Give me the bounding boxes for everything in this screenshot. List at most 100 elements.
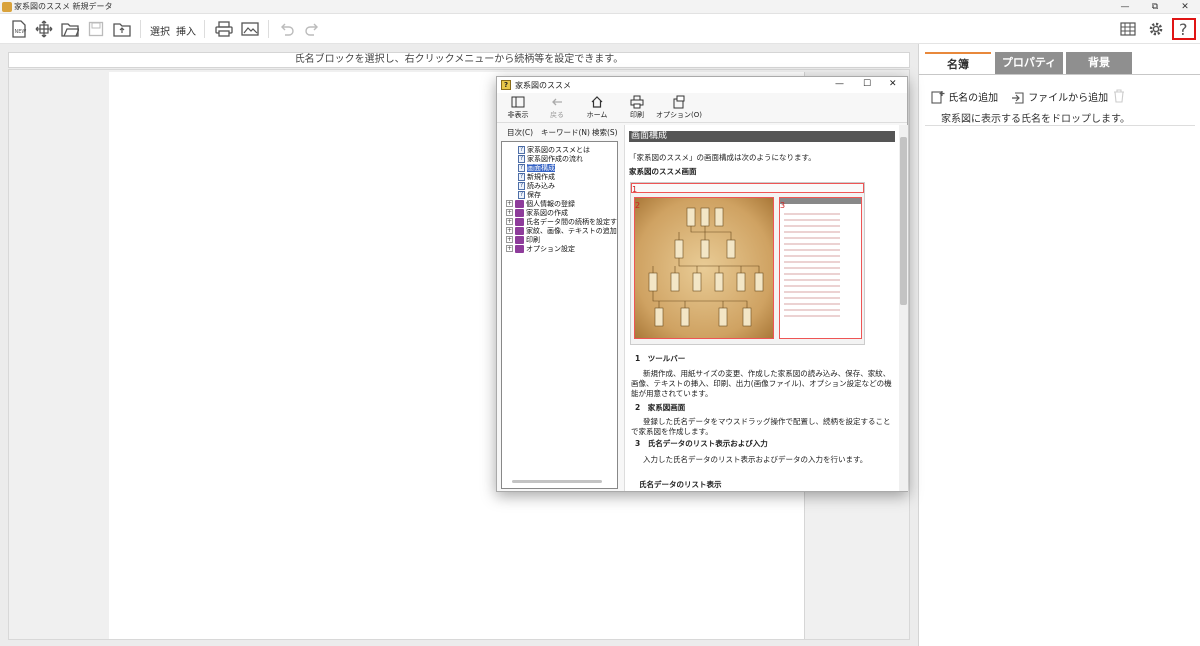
grid-icon[interactable]	[1117, 18, 1139, 40]
section-4-title: 氏名データのリスト表示	[639, 480, 722, 489]
image-export-icon[interactable]	[239, 18, 261, 40]
content-heading: 画面構成	[629, 131, 895, 142]
expand-icon[interactable]: +	[506, 218, 513, 225]
tree-folder[interactable]: + 家系図の作成	[506, 209, 568, 218]
tab-background[interactable]: 背景	[1066, 52, 1132, 74]
hide-button[interactable]: 非表示	[498, 95, 538, 120]
marker-1: 1	[632, 185, 638, 194]
section-1-body: 新規作成、用紙サイズの変更、作成した家系図の読み込み、保存、家紋、画像、テキスト…	[631, 369, 892, 398]
back-button[interactable]: 戻る	[537, 95, 577, 120]
app-icon	[2, 2, 12, 12]
import-file-icon	[1012, 92, 1024, 104]
help-close-button[interactable]: ✕	[889, 79, 897, 89]
help-print-button[interactable]: 印刷	[617, 95, 657, 120]
tree-item-label: 家系図作成の流れ	[527, 155, 583, 163]
tree-item[interactable]: ? 家系図のススメとは	[518, 146, 590, 155]
undo-icon[interactable]	[276, 18, 298, 40]
select-button[interactable]: 選択	[150, 23, 170, 38]
redo-icon[interactable]	[301, 18, 323, 40]
expand-icon[interactable]: +	[506, 245, 513, 252]
help-page-icon: ?	[518, 155, 525, 163]
tree-item[interactable]: ? 新規作成	[518, 173, 555, 182]
insert-button[interactable]: 挿入	[176, 23, 196, 38]
tab-roster[interactable]: 名簿	[925, 52, 991, 74]
add-from-file-button[interactable]: ファイルから追加	[1011, 89, 1111, 105]
home-label: ホーム	[586, 111, 608, 119]
toolbar-divider	[140, 20, 141, 38]
question-icon: ?	[1179, 20, 1188, 39]
options-button[interactable]: オプション(O)	[655, 95, 703, 120]
back-label: 戻る	[550, 111, 564, 119]
minimize-button[interactable]: —	[1110, 0, 1140, 14]
tree-folder-label: 家紋、画像、テキストの追加	[526, 227, 617, 235]
book-icon	[515, 200, 524, 208]
help-window-title: 家系図のススメ	[515, 81, 571, 90]
add-name-button[interactable]: 氏名の追加	[931, 89, 1021, 105]
paper-size-icon[interactable]	[33, 18, 55, 40]
tab-contents[interactable]: 目次(C)	[507, 127, 533, 138]
help-maximize-button[interactable]: ☐	[863, 79, 871, 89]
tree-folder[interactable]: + オプション設定	[506, 245, 575, 254]
help-page-icon: ?	[518, 191, 525, 199]
tree-folder[interactable]: + 家紋、画像、テキストの追加	[506, 227, 617, 236]
book-icon	[515, 209, 524, 217]
tree-folder-label: 家系図の作成	[526, 209, 568, 217]
section-1-title: 1 ツールバー	[635, 354, 686, 363]
tree-folder-label: 個人情報の登録	[526, 200, 575, 208]
print-icon[interactable]	[213, 18, 235, 40]
hide-label: 非表示	[507, 111, 529, 119]
tree-folder[interactable]: + 印刷	[506, 236, 540, 245]
expand-icon[interactable]: +	[506, 209, 513, 216]
help-nav-tabs: 目次(C) キーワード(N) 検索(S)	[501, 125, 619, 139]
parchment-preview	[634, 197, 774, 339]
marker-2: 2	[635, 201, 641, 210]
toolbar: NEW 選択 挿入 ?	[0, 14, 1200, 44]
expand-icon[interactable]: +	[506, 236, 513, 243]
help-question-button[interactable]: ?	[1172, 18, 1196, 40]
tree-item-label: 画面構成	[527, 164, 555, 172]
tree-item[interactable]: ? 保存	[518, 191, 541, 200]
save-icon[interactable]	[85, 18, 107, 40]
expand-icon[interactable]: +	[506, 200, 513, 207]
maximize-button[interactable]: ⧉	[1140, 0, 1170, 14]
window-title: 家系図のススメ 新規データ	[14, 2, 113, 11]
tree-horizontal-scrollbar[interactable]	[512, 480, 602, 483]
help-content-pane: 画面構成 「家系図のススメ」の画面構成は次のようになります。 家系図のススメ画面	[624, 125, 908, 491]
book-icon	[515, 236, 524, 244]
book-icon	[515, 227, 524, 235]
tree-folder-label: 印刷	[526, 236, 540, 244]
tree-folder[interactable]: + 氏名データ間の続柄を設定す	[506, 218, 617, 227]
save-as-folder-icon[interactable]	[111, 18, 133, 40]
open-folder-icon[interactable]	[59, 18, 81, 40]
close-button[interactable]: ✕	[1170, 0, 1200, 14]
tree-item-selected[interactable]: ? 画面構成	[518, 164, 555, 173]
help-page-icon: ?	[518, 173, 525, 181]
scrollbar-thumb[interactable]	[900, 137, 907, 305]
settings-gear-icon[interactable]	[1145, 18, 1167, 40]
book-icon	[515, 245, 524, 253]
content-scrollbar[interactable]	[899, 125, 908, 491]
drop-hint: 家系図に表示する氏名をドロップします。	[941, 114, 1130, 125]
options-icon	[673, 95, 685, 109]
expand-icon[interactable]: +	[506, 227, 513, 234]
tab-search[interactable]: 検索(S)	[592, 127, 618, 138]
help-minimize-button[interactable]: —	[835, 79, 844, 89]
add-name-label: 氏名の追加	[948, 93, 999, 104]
tree-item-label: 家系図のススメとは	[527, 146, 590, 154]
home-button[interactable]: ホーム	[577, 95, 617, 120]
section-3-title: 3 氏名データのリスト表示および入力	[635, 439, 768, 448]
tree-item[interactable]: ? 家系図作成の流れ	[518, 155, 583, 164]
tab-keyword[interactable]: キーワード(N)	[541, 127, 590, 138]
family-tree-preview	[648, 207, 764, 327]
toolbar-preview	[631, 183, 864, 193]
tree-folder[interactable]: + 個人情報の登録	[506, 200, 575, 209]
tree-item-label: 新規作成	[527, 173, 555, 181]
new-file-icon[interactable]: NEW	[8, 18, 30, 40]
add-person-icon	[931, 91, 945, 104]
trash-icon[interactable]	[1112, 89, 1126, 103]
tree-item[interactable]: ? 読み込み	[518, 182, 555, 191]
options-label: オプション(O)	[656, 111, 702, 119]
help-page-icon: ?	[518, 164, 525, 172]
marker-3: 3	[780, 201, 786, 210]
tab-properties[interactable]: プロパティ	[995, 52, 1063, 74]
